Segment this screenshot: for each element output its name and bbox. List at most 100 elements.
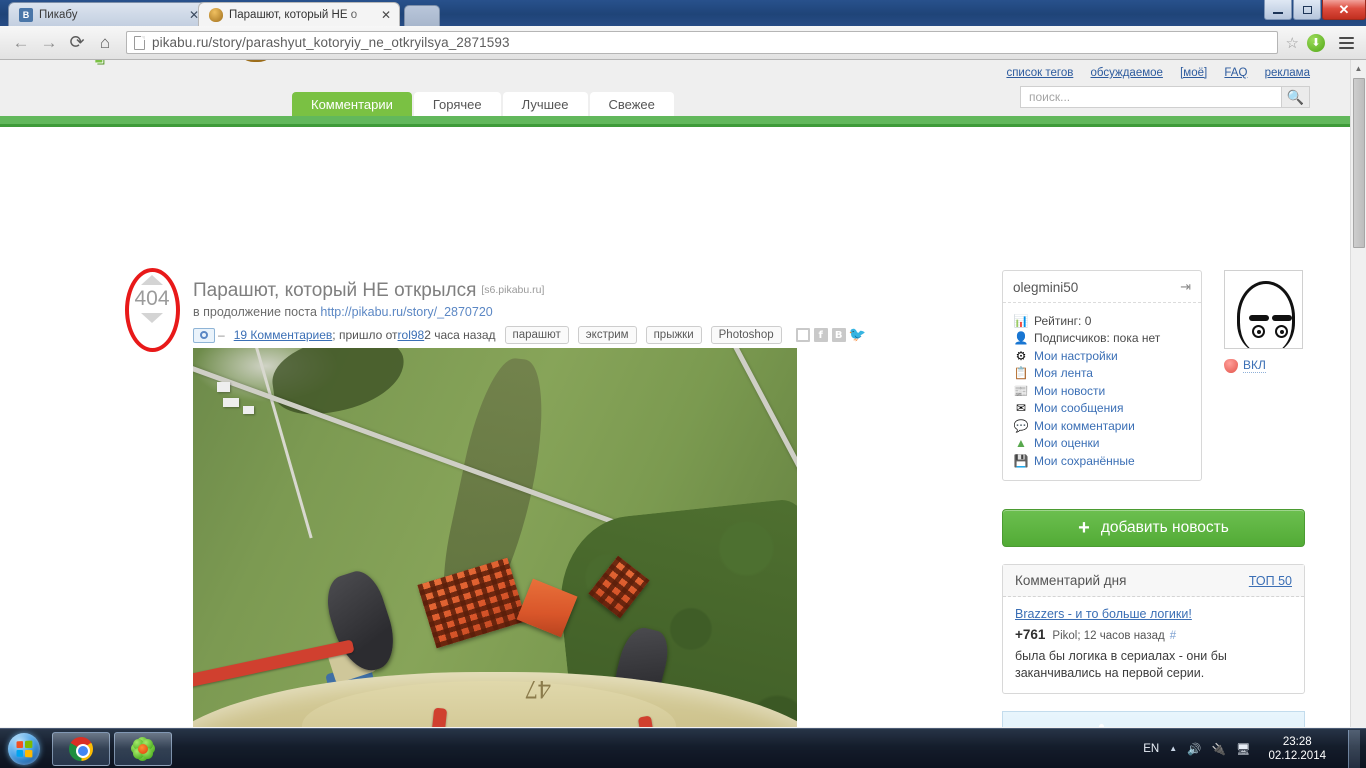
windows-start-icon[interactable] — [0, 730, 48, 768]
subtitle-link[interactable]: http://pikabu.ru/story/_2870720 — [320, 305, 492, 319]
show-desktop-button[interactable] — [1348, 729, 1360, 768]
page-scrollbar[interactable]: ▲ — [1350, 60, 1366, 727]
language-indicator[interactable]: EN — [1143, 743, 1159, 755]
comment-permalink[interactable]: # — [1170, 630, 1176, 642]
top-link-discussed[interactable]: обсуждаемое — [1091, 67, 1163, 79]
search-input[interactable]: поиск... — [1020, 86, 1282, 108]
tab-best[interactable]: Лучшее — [502, 92, 588, 116]
user-item-news[interactable]: 📰 Мои новости — [1013, 384, 1191, 398]
top-link-tags[interactable]: список тегов — [1006, 67, 1073, 79]
show-hidden-icons-icon[interactable]: ▲ — [1169, 744, 1177, 753]
save-icon[interactable] — [795, 328, 810, 342]
comment-post-link[interactable]: Brazzers - и то больше логики! — [1015, 606, 1292, 623]
camera-icon[interactable] — [193, 327, 215, 343]
user-item-ratings[interactable]: ▲ Мои оценки — [1013, 436, 1191, 450]
url-text: pikabu.ru/story/parashyut_kotoryiy_ne_ot… — [152, 35, 510, 50]
comments-link[interactable]: 19 Комментариев — [234, 328, 333, 342]
post-source: [s6.pikabu.ru] — [481, 284, 545, 296]
post-header: Парашют, который НЕ открылся [s6.pikabu.r… — [193, 279, 983, 344]
tab-comments[interactable]: Комментарии — [292, 92, 412, 116]
address-bar[interactable]: pikabu.ru/story/parashyut_kotoryiy_ne_ot… — [126, 31, 1278, 54]
taskbar-chrome-button[interactable] — [52, 731, 110, 766]
download-icon[interactable]: ⬇ — [1307, 33, 1325, 52]
tab-hot[interactable]: Горячее — [413, 92, 501, 116]
user-panel-header: olegmini50 ⇥ — [1003, 271, 1201, 303]
snowflake-icon — [1099, 724, 1104, 727]
user-item-label: Подписчиков: пока нет — [1034, 331, 1161, 345]
top-link-faq[interactable]: FAQ — [1224, 67, 1247, 79]
scrollbar-thumb[interactable] — [1353, 78, 1365, 248]
top-link-ads[interactable]: реклама — [1265, 67, 1310, 79]
comment-time: ; 12 часов назад — [1077, 630, 1165, 642]
network-icon[interactable]: 🖥 — [1236, 742, 1251, 756]
status-label[interactable]: ВКЛ — [1243, 358, 1266, 373]
gift-ideas-banner[interactable]: Найти идеи для подарков — [1002, 711, 1305, 727]
top-link-mine[interactable]: [моё] — [1180, 67, 1207, 79]
user-item-saved[interactable]: 💾 Мои сохранённые — [1013, 454, 1191, 468]
comment-of-day-panel: Комментарий дня ТОП 50 Brazzers - и то б… — [1002, 564, 1305, 694]
subtitle-prefix: в продолжение поста — [193, 305, 321, 319]
volume-icon[interactable]: 🔊 — [1187, 742, 1201, 756]
strawberry-icon — [1224, 358, 1238, 373]
user-item-label: Мои новости — [1034, 383, 1106, 398]
right-sidebar: olegmini50 ⇥ 📊 Рейтинг: 0 👤 Подписчиков:… — [1002, 270, 1305, 727]
chrome-menu-icon[interactable] — [1335, 35, 1358, 51]
online-status: ВКЛ — [1224, 358, 1305, 373]
reload-icon[interactable]: ⟳ — [64, 30, 90, 56]
green-divider-bar — [0, 116, 1350, 127]
bookmark-star-icon[interactable]: ☆ — [1286, 34, 1299, 52]
site-logo[interactable]: pikabu — [92, 60, 276, 64]
restore-button[interactable] — [1293, 0, 1321, 20]
browser-window: В Пикабу ✕ Парашют, который НЕ о ✕ ✕ ← →… — [0, 0, 1366, 728]
taskbar-clock[interactable]: 23:28 02.12.2014 — [1260, 735, 1334, 763]
browser-tab-2[interactable]: Парашют, который НЕ о ✕ — [198, 2, 400, 26]
top50-link[interactable]: ТОП 50 — [1249, 574, 1292, 588]
user-item-feed[interactable]: 📋 Моя лента — [1013, 366, 1191, 380]
post-tag[interactable]: парашют — [504, 326, 569, 344]
new-tab-button[interactable] — [404, 5, 440, 26]
house-shape — [223, 398, 239, 407]
browser-tab-1[interactable]: В Пикабу ✕ — [8, 2, 208, 26]
system-tray: EN ▲ 🔊 🔌 🖥 23:28 02.12.2014 — [1143, 729, 1366, 768]
tab-fresh[interactable]: Свежее — [589, 92, 674, 116]
post-author-link[interactable]: rol98 — [398, 328, 425, 342]
eye-icon — [1252, 325, 1265, 338]
page-info-icon — [134, 35, 145, 50]
search-icon[interactable]: 🔍 — [1282, 86, 1310, 108]
vk-icon[interactable]: B — [831, 328, 846, 342]
scroll-up-icon[interactable]: ▲ — [1351, 60, 1366, 77]
user-item-comments[interactable]: 💬 Мои комментарии — [1013, 419, 1191, 433]
username[interactable]: olegmini50 — [1013, 280, 1078, 295]
post-tag[interactable]: прыжки — [645, 326, 702, 344]
user-item-settings[interactable]: ⚙ Мои настройки — [1013, 349, 1191, 363]
avatar[interactable] — [1224, 270, 1303, 349]
taskbar-icq-button[interactable] — [114, 731, 172, 766]
comment-score: +761 — [1015, 627, 1046, 642]
tab-close-icon[interactable]: ✕ — [379, 9, 393, 21]
post-image[interactable]: 47 pikabu.ru — [193, 348, 797, 727]
tab-title: Парашют, который НЕ о — [229, 8, 358, 21]
add-post-button[interactable]: + добавить новость — [1002, 509, 1305, 547]
rating-value: 404 — [134, 287, 170, 310]
minimize-button[interactable] — [1264, 0, 1292, 20]
site-header: список тегов обсуждаемое [моё] FAQ рекла… — [0, 60, 1350, 116]
close-button[interactable]: ✕ — [1322, 0, 1366, 20]
logo-text: pikabu — [92, 60, 240, 64]
forward-icon[interactable]: → — [36, 30, 62, 56]
back-icon[interactable]: ← — [8, 30, 34, 56]
comment-author[interactable]: Pikol — [1052, 630, 1077, 642]
facebook-icon[interactable]: f — [813, 328, 828, 342]
arrow-down-icon[interactable] — [141, 313, 163, 323]
browser-toolbar: ← → ⟳ ⌂ pikabu.ru/story/parashyut_kotory… — [0, 26, 1366, 60]
arrow-up-icon[interactable] — [141, 275, 163, 285]
user-item-messages[interactable]: ✉ Мои сообщения — [1013, 401, 1191, 415]
home-icon[interactable]: ⌂ — [92, 30, 118, 56]
post-tag[interactable]: Photoshop — [710, 326, 782, 344]
logout-icon[interactable]: ⇥ — [1180, 279, 1191, 295]
meta-from: ; пришло от — [332, 328, 398, 342]
battery-icon[interactable]: 🔌 — [1212, 742, 1226, 756]
user-item-label: Мои сохранённые — [1034, 453, 1135, 468]
twitter-icon[interactable]: 🐦 — [849, 327, 866, 343]
post-title-text: Парашют, который НЕ открылся — [193, 280, 477, 301]
post-tag[interactable]: экстрим — [577, 326, 637, 344]
